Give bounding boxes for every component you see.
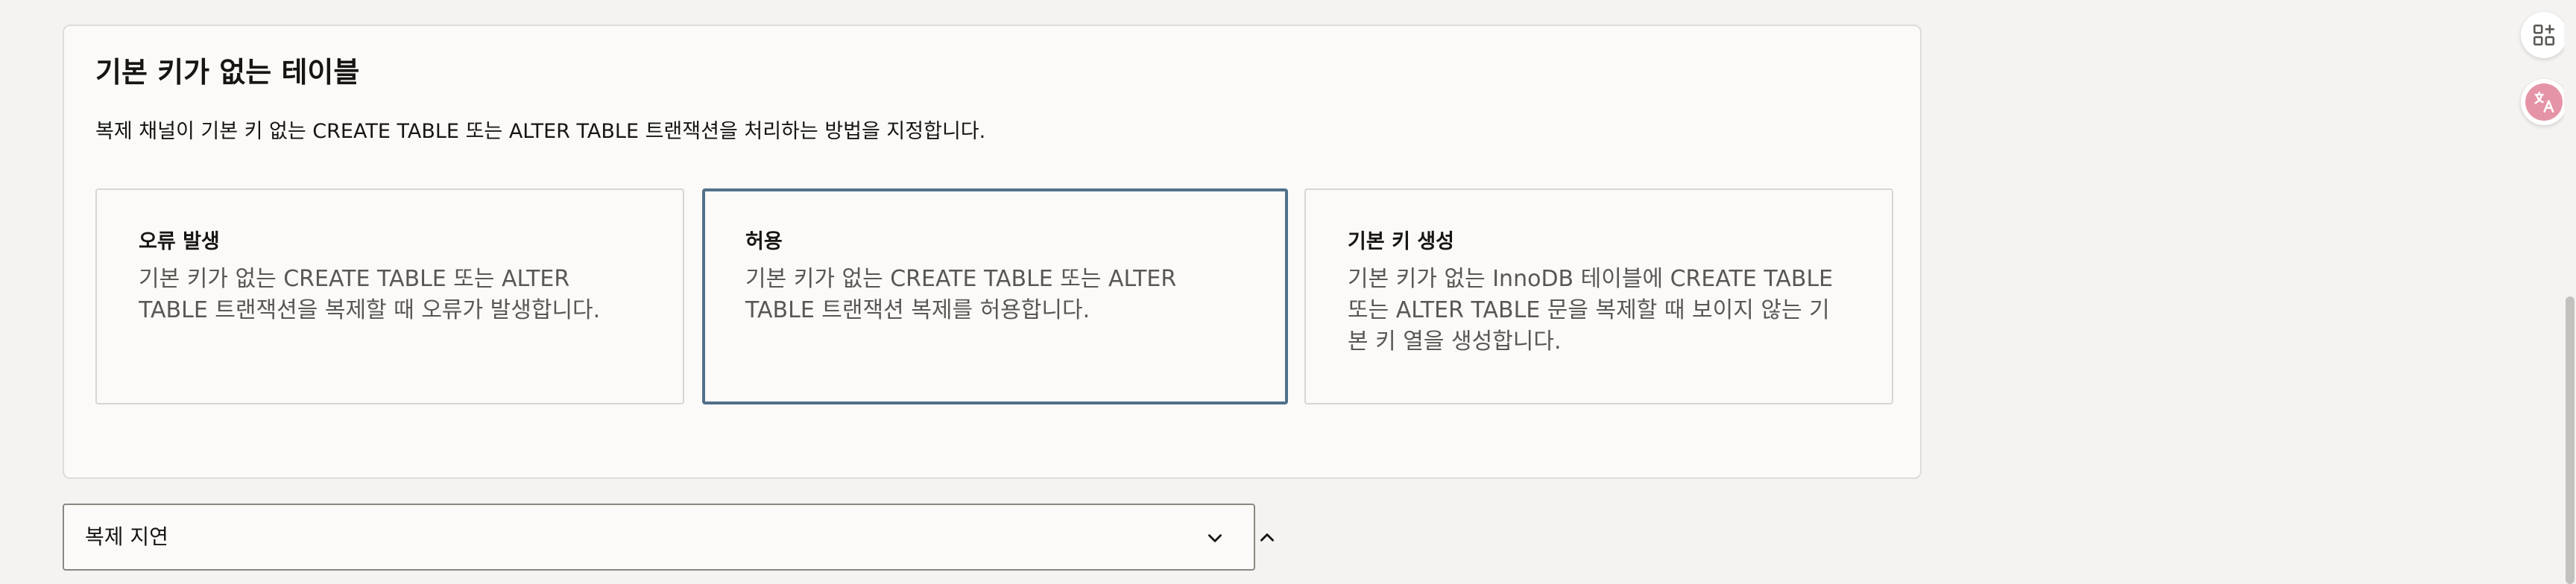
scrollbar-thumb[interactable] (2566, 296, 2575, 584)
page: 기본 키가 없는 테이블 복제 채널이 기본 키 없는 CREATE TABLE… (0, 0, 2576, 584)
section-description: 복제 채널이 기본 키 없는 CREATE TABLE 또는 ALTER TAB… (95, 120, 986, 143)
option-generate-primary-key[interactable]: 기본 키 생성 기본 키가 없는 InnoDB 테이블에 CREATE TABL… (1304, 188, 1893, 404)
option-title: 오류 발생 (139, 230, 220, 253)
option-description: 기본 키가 없는 InnoDB 테이블에 CREATE TABLE 또는 ALT… (1348, 266, 1834, 355)
translate-badge (2525, 83, 2563, 121)
option-description: 기본 키가 없는 CREATE TABLE 또는 ALTER TABLE 트랜잭… (745, 266, 1177, 324)
accordion-label: 복제 지연 (85, 524, 168, 549)
option-raise-error[interactable]: 오류 발생 기본 키가 없는 CREATE TABLE 또는 ALTER TAB… (95, 188, 684, 404)
replication-delay-accordion[interactable]: 복제 지연 (63, 504, 1274, 571)
chevron-up-icon[interactable] (1251, 521, 1284, 554)
option-title: 허용 (745, 230, 783, 253)
tables-without-primary-key-section: 기본 키가 없는 테이블 복제 채널이 기본 키 없는 CREATE TABLE… (63, 25, 1922, 479)
option-allow[interactable]: 허용 기본 키가 없는 CREATE TABLE 또는 ALTER TABLE … (702, 188, 1288, 404)
section-title: 기본 키가 없는 테이블 (95, 56, 360, 89)
option-description: 기본 키가 없는 CREATE TABLE 또는 ALTER TABLE 트랜잭… (139, 266, 601, 324)
chevron-down-icon[interactable] (1199, 521, 1231, 554)
translate-icon[interactable] (2521, 79, 2567, 125)
option-title: 기본 키 생성 (1348, 230, 1454, 253)
apps-add-icon[interactable] (2521, 12, 2567, 58)
